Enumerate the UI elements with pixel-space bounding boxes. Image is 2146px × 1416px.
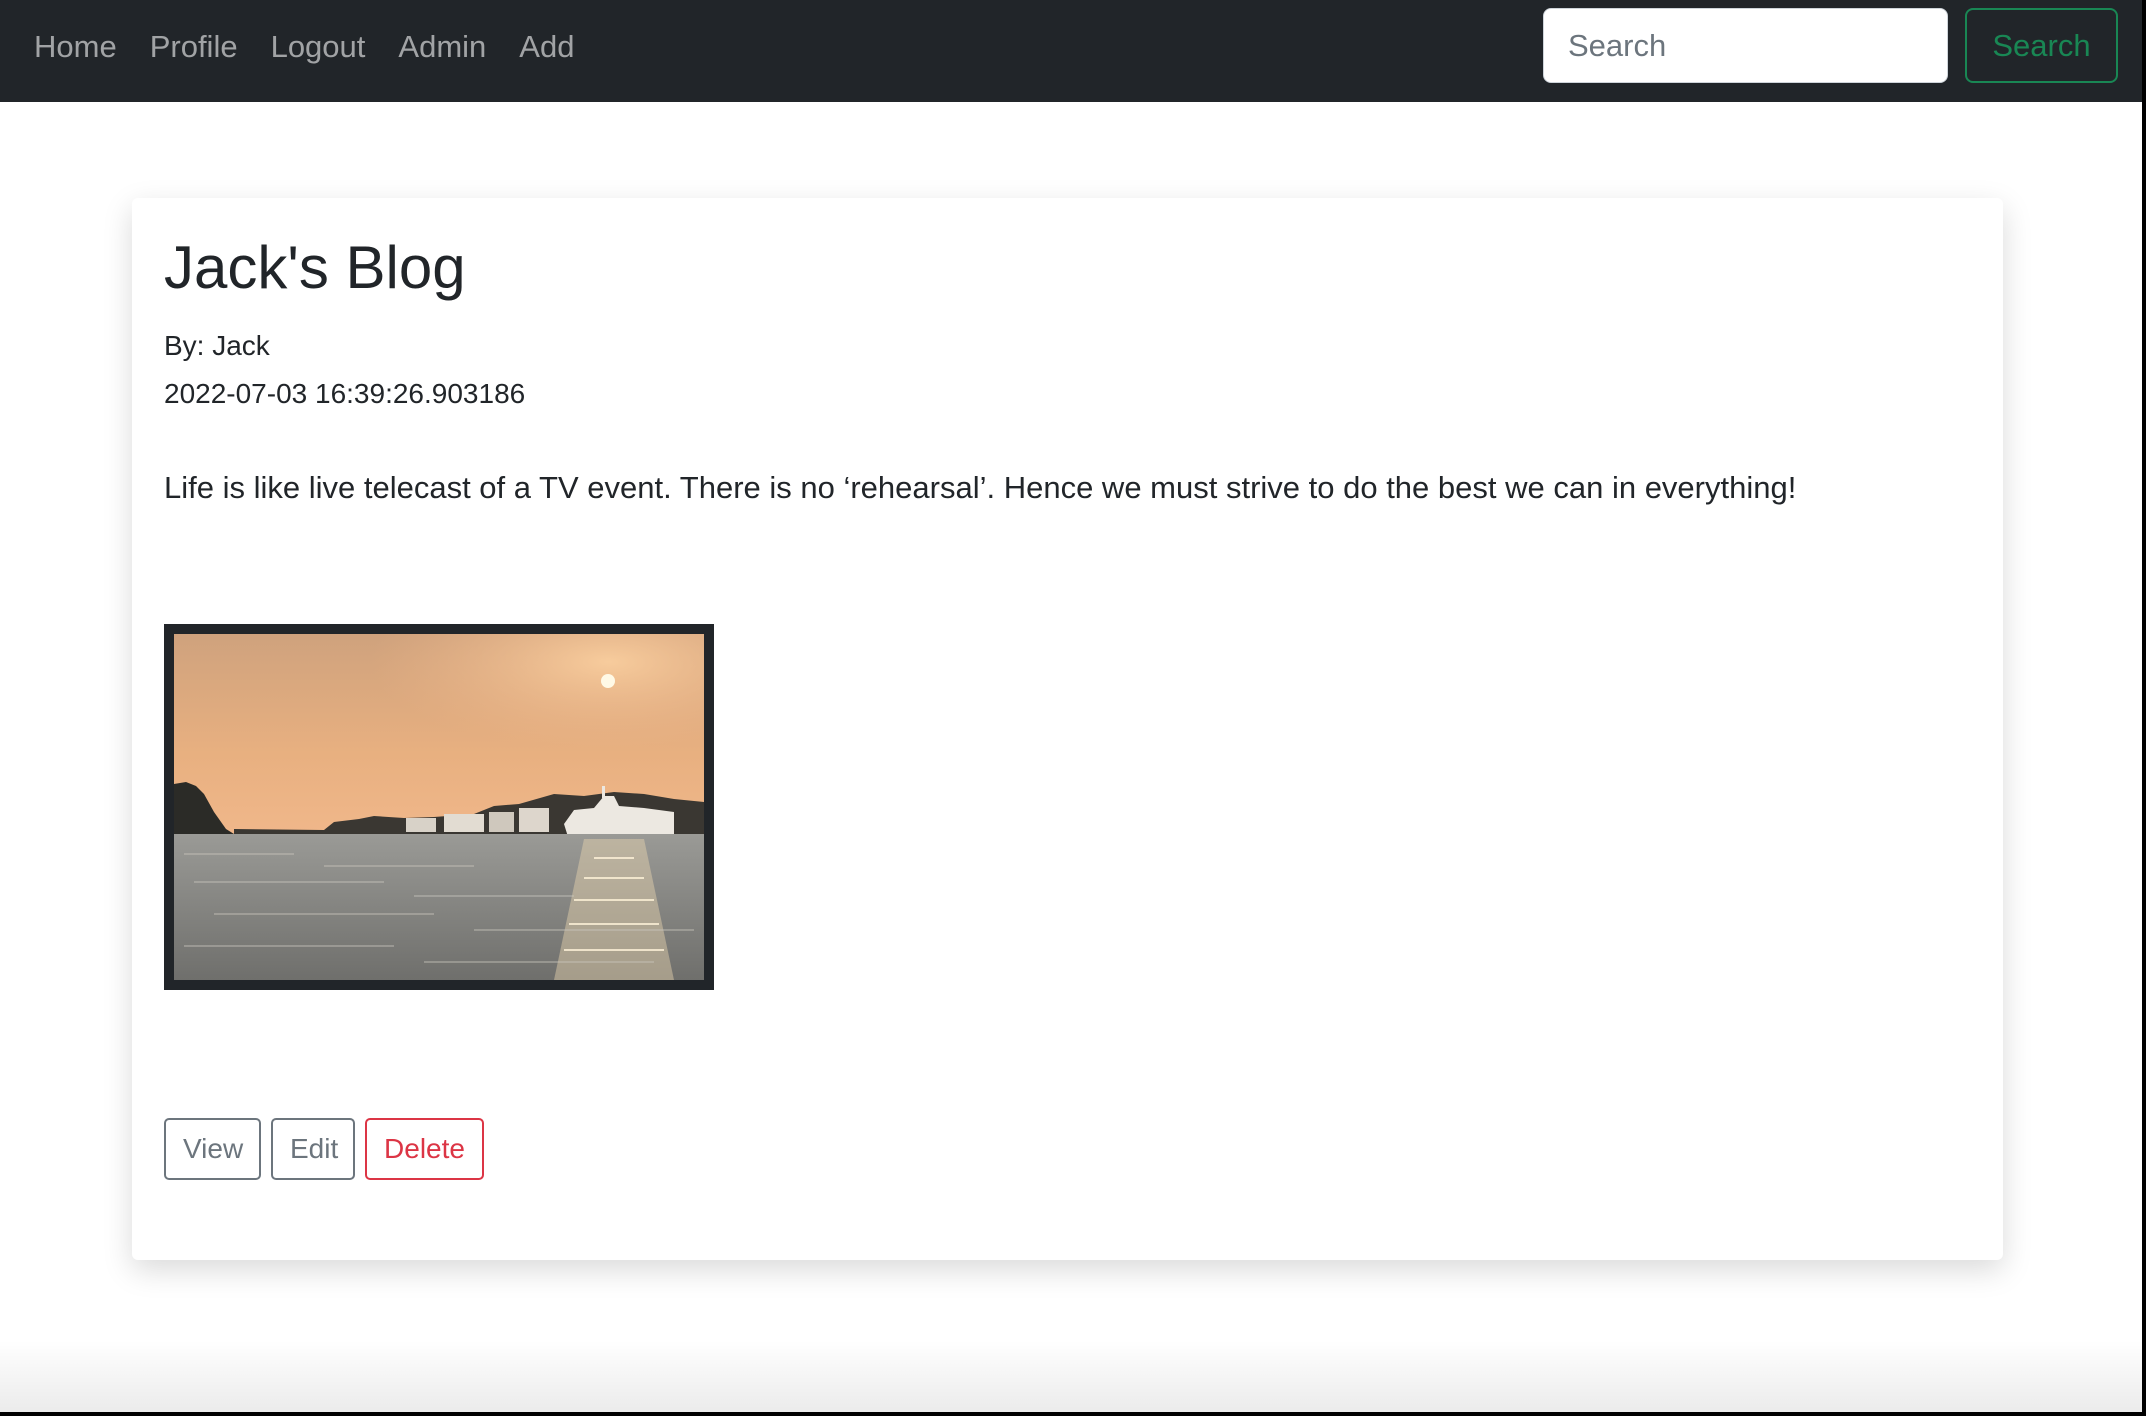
screen-edge-right [2142,0,2146,1416]
post-actions: View Edit Delete [164,1118,494,1180]
post-image [164,624,714,990]
search-button[interactable]: Search [1965,8,2118,83]
nav-link-profile[interactable]: Profile [150,29,238,65]
blog-post-card: Jack's Blog By: Jack 2022-07-03 16:39:26… [132,198,2003,1260]
edit-button[interactable]: Edit [271,1118,355,1180]
nav-link-add[interactable]: Add [519,29,574,65]
sunset-harbor-image [174,634,704,980]
delete-button[interactable]: Delete [365,1118,484,1180]
nav-links: Home Profile Logout Admin Add [34,0,607,94]
top-navbar: Home Profile Logout Admin Add Search [0,0,2142,102]
search-input[interactable] [1543,8,1948,83]
screen-edge-bottom [0,1412,2146,1416]
nav-link-home[interactable]: Home [34,29,117,65]
post-timestamp: 2022-07-03 16:39:26.903186 [164,378,526,409]
post-content: Life is like live telecast of a TV event… [164,470,1797,505]
nav-link-admin[interactable]: Admin [398,29,486,65]
view-button[interactable]: View [164,1118,261,1180]
nav-link-logout[interactable]: Logout [271,29,366,65]
post-author: By: Jack [164,330,270,361]
post-title: Jack's Blog [164,234,466,301]
page-bottom-shadow [0,1340,2142,1412]
